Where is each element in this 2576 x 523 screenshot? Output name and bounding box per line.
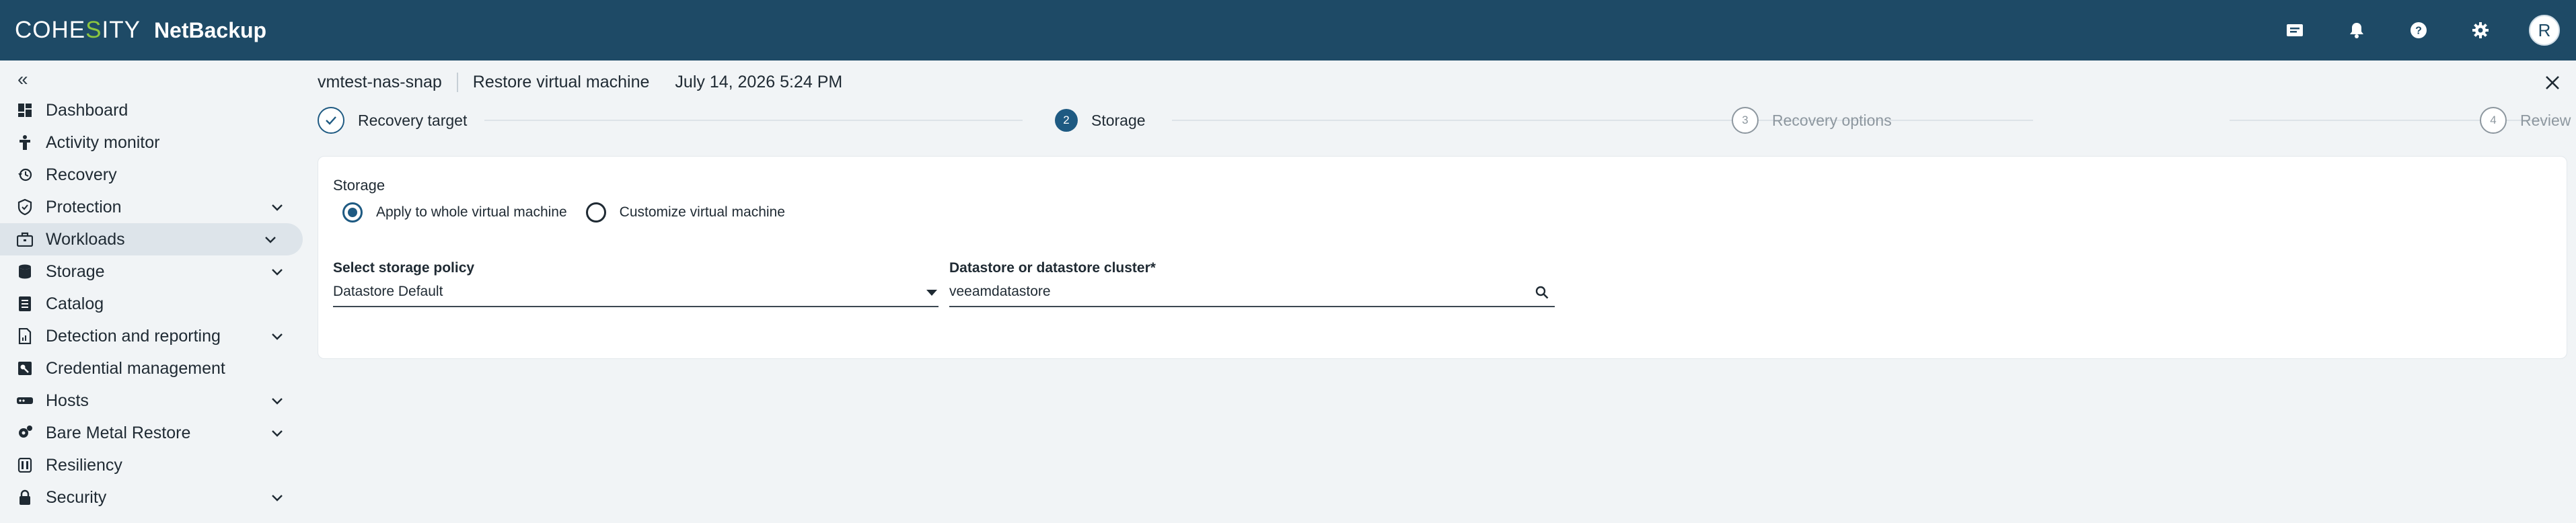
top-bar: COHESITY NetBackup ? R (0, 0, 2576, 61)
storage-card: Storage Apply to whole virtual machine C… (318, 156, 2567, 359)
storage-policy-label: Select storage policy (333, 260, 475, 276)
sidebar-item-dashboard[interactable]: Dashboard (0, 94, 309, 126)
step-number: 2 (1055, 109, 1078, 132)
datastore-value: veeamdatastore (949, 284, 1051, 299)
page-title: Restore virtual machine (472, 72, 650, 91)
step-storage[interactable]: 2 Storage (1055, 105, 1146, 136)
customize-vm-label[interactable]: Customize virtual machine (620, 204, 785, 220)
vm-name: vmtest-nas-snap (318, 72, 458, 92)
chevron-down-icon (272, 204, 283, 211)
sidebar-item-label: Protection (46, 197, 122, 216)
storage-scope-radio-group: Apply to whole virtual machine Customize… (342, 202, 804, 223)
stepper-connector (1172, 120, 2033, 121)
close-icon[interactable] (2542, 73, 2563, 93)
main-content: vmtest-nas-snap Restore virtual machine … (318, 61, 2576, 523)
sidebar-item-storage[interactable]: Storage (0, 255, 309, 288)
datastore-input[interactable]: veeamdatastore (949, 278, 1555, 307)
notifications-bell-icon[interactable] (2343, 17, 2370, 44)
step-recovery-target[interactable]: Recovery target (318, 105, 467, 136)
timestamp: July 14, 2026 5:24 PM (675, 72, 843, 91)
dashboard-icon (16, 102, 34, 119)
cohesity-netbackup-logo[interactable]: COHESITY NetBackup (15, 17, 266, 44)
chevron-down-icon (265, 237, 276, 243)
brand-name: COHESITY (15, 17, 141, 43)
step-recovery-options[interactable]: 3 Recovery options (1732, 105, 1892, 136)
search-icon[interactable] (1535, 285, 1549, 300)
step-review[interactable]: 4 Review (2480, 105, 2571, 136)
sidebar-item-recovery[interactable]: Recovery (0, 159, 309, 191)
announcements-icon[interactable] (2281, 17, 2308, 44)
sidebar-item-label: Bare Metal Restore (46, 423, 191, 442)
sidebar-item-label: Workloads (46, 229, 125, 249)
step-number: 4 (2480, 107, 2507, 134)
sidebar-item-security[interactable]: Security (0, 481, 309, 514)
recovery-icon (16, 166, 34, 184)
datastore-label: Datastore or datastore cluster* (949, 260, 1156, 276)
security-lock-icon (16, 489, 34, 506)
wizard-stepper: Recovery target 2 Storage 3 Recovery opt… (318, 105, 2576, 137)
workloads-briefcase-icon (16, 231, 34, 248)
chevron-down-icon (272, 269, 283, 276)
svg-text:?: ? (2415, 26, 2422, 37)
chevron-down-icon (272, 398, 283, 405)
step-label: Recovery target (358, 111, 468, 129)
customize-vm-radio[interactable] (585, 202, 606, 223)
bare-metal-gear-icon (16, 424, 34, 442)
sidebar-item-label: Dashboard (46, 100, 128, 120)
product-name: NetBackup (153, 18, 267, 42)
user-avatar[interactable]: R (2529, 15, 2560, 46)
credential-key-icon (16, 360, 34, 377)
sidebar-item-label: Resiliency (46, 455, 122, 475)
sidebar-item-label: Hosts (46, 391, 89, 410)
protection-shield-icon (16, 198, 34, 216)
sidebar-item-label: Catalog (46, 294, 104, 313)
apply-whole-vm-radio[interactable] (342, 202, 363, 223)
sidebar-item-label: Detection and reporting (46, 326, 221, 346)
help-icon[interactable]: ? (2405, 17, 2432, 44)
sidebar-item-resiliency[interactable]: Resiliency (0, 449, 309, 481)
step-label: Recovery options (1772, 111, 1892, 129)
sidebar-nav: Dashboard Activity monitor Recovery Prot… (0, 94, 309, 514)
sidebar-item-hosts[interactable]: Hosts (0, 385, 309, 417)
sidebar-item-activity-monitor[interactable]: Activity monitor (0, 126, 309, 159)
sidebar: « Dashboard Activity monitor Recovery Pr… (0, 61, 309, 523)
apply-whole-vm-label[interactable]: Apply to whole virtual machine (376, 204, 567, 220)
hosts-server-icon (16, 392, 34, 409)
checkmark-icon (318, 107, 344, 134)
sidebar-item-credential-management[interactable]: Credential management (0, 352, 309, 385)
sidebar-item-catalog[interactable]: Catalog (0, 288, 309, 320)
activity-monitor-icon (16, 134, 34, 151)
settings-gear-icon[interactable] (2467, 17, 2494, 44)
chevron-down-icon (272, 495, 283, 501)
sidebar-item-label: Storage (46, 262, 105, 281)
sidebar-item-label: Security (46, 487, 107, 507)
sidebar-item-label: Activity monitor (46, 132, 160, 152)
resiliency-icon (16, 456, 34, 474)
chevron-down-icon (272, 430, 283, 437)
storage-database-icon (16, 263, 34, 280)
collapse-sidebar-button[interactable]: « (17, 69, 28, 90)
stepper-connector (484, 120, 1023, 121)
sidebar-item-label: Recovery (46, 165, 117, 184)
sidebar-item-label: Credential management (46, 358, 225, 378)
storage-section-label: Storage (333, 177, 385, 194)
step-label: Storage (1091, 111, 1146, 129)
dropdown-arrow-icon (926, 290, 937, 296)
catalog-icon (16, 295, 34, 313)
storage-policy-select[interactable]: Datastore Default (333, 278, 939, 307)
report-icon (16, 327, 34, 345)
sidebar-item-workloads[interactable]: Workloads (0, 223, 303, 255)
storage-policy-value: Datastore Default (333, 284, 443, 299)
step-label: Review (2520, 111, 2571, 129)
sidebar-item-detection-and-reporting[interactable]: Detection and reporting (0, 320, 309, 352)
sidebar-item-bare-metal-restore[interactable]: Bare Metal Restore (0, 417, 309, 449)
chevron-down-icon (272, 333, 283, 340)
step-number: 3 (1732, 107, 1759, 134)
sidebar-item-protection[interactable]: Protection (0, 191, 309, 223)
page-header: vmtest-nas-snap Restore virtual machine … (318, 69, 842, 95)
